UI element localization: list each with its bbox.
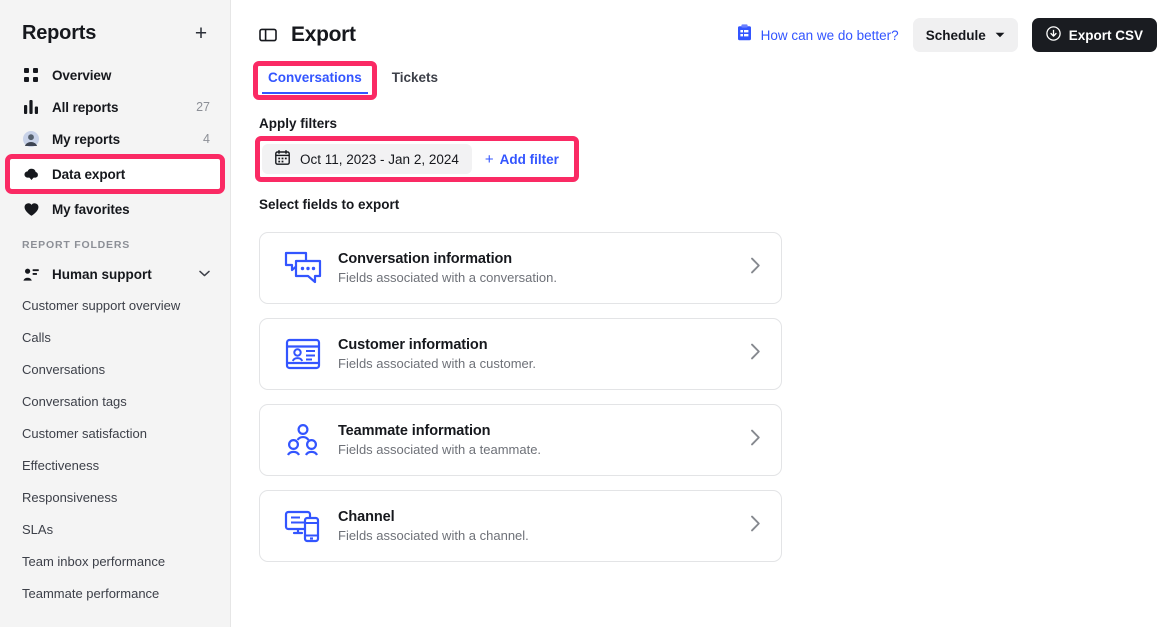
tab-tickets[interactable]: Tickets: [383, 70, 447, 94]
avatar-icon: [22, 130, 40, 148]
sidebar-title: Reports: [22, 22, 97, 44]
field-card-text: Teammate information Fields associated w…: [326, 423, 750, 457]
sidebar-item-label: Overview: [52, 67, 112, 83]
people-group-icon: [280, 423, 326, 457]
field-card-title: Conversation information: [338, 251, 513, 267]
tab-conversations-wrapper: Conversations: [253, 61, 377, 100]
chevron-right-icon[interactable]: [750, 429, 763, 451]
chevron-down-icon[interactable]: [199, 268, 210, 280]
sidebar-item-overview[interactable]: Overview: [0, 59, 230, 91]
sidebar-folder-human-support[interactable]: Human support: [0, 259, 230, 289]
add-filter-label: Add filter: [499, 151, 559, 167]
sidebar-item-conversation-tags[interactable]: Conversation tags: [0, 385, 230, 417]
chevron-right-icon[interactable]: [750, 343, 763, 365]
export-csv-button[interactable]: Export CSV: [1031, 18, 1157, 52]
field-card-teammate-information[interactable]: Teammate information Fields associated w…: [259, 404, 782, 476]
sidebar-item-label: Data export: [52, 166, 126, 182]
tab-conversations[interactable]: Conversations: [259, 70, 371, 94]
sidebar-item-data-export[interactable]: Data export: [9, 159, 221, 189]
sidebar-item-teammate-performance[interactable]: Teammate performance: [0, 577, 230, 609]
filter-row-wrapper: Oct 11, 2023 - Jan 2, 2024 + Add filter: [255, 136, 579, 182]
field-card-text: Customer information Fields associated w…: [326, 337, 750, 371]
download-cloud-icon: [22, 165, 40, 183]
sidebar-item-my-favorites[interactable]: My favorites: [0, 193, 230, 225]
calendar-icon: [275, 149, 290, 168]
feedback-link[interactable]: How can we do better?: [737, 24, 899, 46]
download-circle-icon: [1045, 26, 1061, 44]
field-card-text: Channel Fields associated with a channel…: [326, 509, 750, 543]
date-range-filter[interactable]: Oct 11, 2023 - Jan 2, 2024: [262, 144, 472, 174]
field-card-title: Channel: [338, 509, 395, 525]
page-title: Export: [291, 23, 356, 46]
field-card-desc: Fields associated with a channel.: [338, 528, 529, 543]
sidebar-item-conversations[interactable]: Conversations: [0, 353, 230, 385]
field-card-desc: Fields associated with a teammate.: [338, 442, 542, 457]
monitor-mobile-icon: [280, 509, 326, 543]
grid-dots-icon: [22, 66, 40, 84]
sidebar-item-effectiveness[interactable]: Effectiveness: [0, 449, 230, 481]
field-card-desc: Fields associated with a customer.: [338, 356, 536, 371]
sidebar-item-count: 4: [203, 132, 210, 146]
id-card-icon: [280, 338, 326, 370]
feedback-label: How can we do better?: [760, 27, 899, 43]
field-card-title: Teammate information: [338, 423, 491, 439]
chevron-right-icon[interactable]: [750, 515, 763, 537]
add-report-button[interactable]: +: [190, 23, 212, 45]
sidebar-item-customer-satisfaction[interactable]: Customer satisfaction: [0, 417, 230, 449]
sidebar-folder-label: Human support: [52, 266, 152, 282]
sidebar-item-label: My favorites: [52, 201, 130, 217]
main-content: Export How can we do better? Schedule Ex…: [231, 0, 1173, 627]
report-folders-label: REPORT FOLDERS: [22, 239, 131, 251]
sidebar-item-data-export-wrapper: Data export: [5, 154, 225, 194]
field-card-conversation-information[interactable]: Conversation information Fields associat…: [259, 232, 782, 304]
user-card-icon: [22, 265, 40, 283]
apply-filters-label: Apply filters: [259, 116, 338, 131]
sidebar-header: Reports +: [0, 0, 230, 45]
heart-icon: [22, 200, 40, 218]
field-cards-list: Conversation information Fields associat…: [231, 232, 1173, 562]
field-card-title: Customer information: [338, 337, 488, 353]
plus-icon: +: [484, 150, 494, 168]
sidebar-item-responsiveness[interactable]: Responsiveness: [0, 481, 230, 513]
sidebar-item-label: All reports: [52, 99, 119, 115]
schedule-label: Schedule: [925, 27, 986, 43]
sidebar-item-my-reports[interactable]: My reports 4: [0, 123, 230, 155]
sidebar-item-label: My reports: [52, 131, 121, 147]
add-filter-button[interactable]: + Add filter: [472, 144, 572, 174]
field-card-channel[interactable]: Channel Fields associated with a channel…: [259, 490, 782, 562]
sidebar-item-customer-support-overview[interactable]: Customer support overview: [0, 289, 230, 321]
sidebar-item-team-inbox-performance[interactable]: Team inbox performance: [0, 545, 230, 577]
field-card-desc: Fields associated with a conversation.: [338, 270, 557, 285]
select-fields-label: Select fields to export: [259, 197, 400, 212]
header-bar: Export How can we do better? Schedule Ex…: [231, 0, 1173, 52]
chevron-down-icon: [995, 30, 1005, 40]
tab-bar: Conversations Tickets: [231, 52, 1173, 100]
field-card-text: Conversation information Fields associat…: [326, 251, 750, 285]
sidebar-folder-items: Customer support overview Calls Conversa…: [0, 289, 230, 609]
schedule-button[interactable]: Schedule: [912, 18, 1018, 52]
sidebar-nav: Overview All reports 27 My reports 4 Dat…: [0, 59, 230, 225]
sidebar-item-all-reports[interactable]: All reports 27: [0, 91, 230, 123]
panel-toggle-icon[interactable]: [259, 26, 277, 44]
bar-chart-icon: [22, 98, 40, 116]
chevron-right-icon[interactable]: [750, 257, 763, 279]
date-range-label: Oct 11, 2023 - Jan 2, 2024: [300, 151, 459, 167]
clipboard-survey-icon: [737, 24, 752, 46]
sidebar-item-slas[interactable]: SLAs: [0, 513, 230, 545]
filter-row: Oct 11, 2023 - Jan 2, 2024 + Add filter: [259, 141, 575, 177]
sidebar-item-calls[interactable]: Calls: [0, 321, 230, 353]
sidebar: Reports + Overview All reports 27 My rep…: [0, 0, 231, 627]
sidebar-item-count: 27: [196, 100, 210, 114]
header-actions: How can we do better? Schedule Export CS…: [737, 18, 1157, 52]
export-csv-label: Export CSV: [1068, 27, 1143, 43]
speech-bubbles-icon: [280, 251, 326, 285]
field-card-customer-information[interactable]: Customer information Fields associated w…: [259, 318, 782, 390]
